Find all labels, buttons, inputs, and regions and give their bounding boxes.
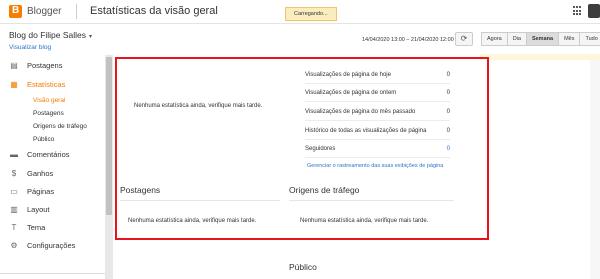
loading-indicator: Carregando... bbox=[285, 7, 337, 21]
sidebar-divider bbox=[0, 273, 105, 274]
avatar[interactable] bbox=[588, 4, 600, 18]
dollar-icon: $ bbox=[11, 168, 17, 178]
sidebar-item-ganhos[interactable]: $ Ganhos bbox=[10, 167, 54, 179]
chevron-down-icon: ▾ bbox=[89, 34, 93, 40]
refresh-button[interactable]: ⟳ bbox=[455, 32, 473, 46]
sidebar-item-label: Ganhos bbox=[27, 168, 54, 178]
comment-icon: ▬ bbox=[10, 149, 18, 159]
range-tab-semana[interactable]: Semana bbox=[525, 32, 560, 46]
sidebar-item-estatisticas[interactable]: ▦ Estatísticas bbox=[10, 78, 65, 90]
postagens-icon: ▤ bbox=[10, 60, 18, 70]
sidebar-item-configuracoes[interactable]: ⚙ Configurações bbox=[10, 239, 75, 251]
range-tabs: Agora Dia Semana Mês Tudo bbox=[481, 32, 600, 46]
pages-icon: ▭ bbox=[10, 186, 18, 196]
apps-grid-icon[interactable] bbox=[573, 6, 583, 16]
range-tab-tudo[interactable]: Tudo bbox=[579, 32, 600, 46]
brand-name[interactable]: Blogger bbox=[27, 6, 61, 17]
sidebar-item-label: Estatísticas bbox=[27, 79, 66, 89]
page-title: Estatísticas da visão geral bbox=[90, 5, 218, 17]
sidebar-item-layout[interactable]: ▥ Layout bbox=[10, 203, 50, 215]
sidebar-item-label: Tema bbox=[27, 222, 46, 232]
sidebar-sub-publico[interactable]: Público bbox=[33, 136, 54, 143]
notice-strip bbox=[480, 54, 600, 60]
range-tab-agora[interactable]: Agora bbox=[481, 32, 508, 46]
sidebar-item-label: Postagens bbox=[27, 60, 63, 70]
gear-icon: ⚙ bbox=[10, 240, 18, 250]
refresh-icon: ⟳ bbox=[460, 34, 468, 43]
highlight-frame bbox=[115, 57, 489, 240]
sidebar-item-label: Comentários bbox=[27, 149, 70, 159]
sidebar-item-comentarios[interactable]: ▬ Comentários bbox=[10, 148, 70, 160]
top-bar: Blogger Estatísticas da visão geral Carr… bbox=[0, 0, 600, 24]
layout-icon: ▥ bbox=[10, 204, 18, 214]
section-title-publico: Público bbox=[289, 262, 317, 272]
view-blog-link[interactable]: Visualizar blog bbox=[9, 44, 51, 51]
blog-selector[interactable]: Blog do Filipe Salles ▾ bbox=[9, 30, 92, 40]
sidebar-sub-visao-geral[interactable]: Visão geral bbox=[33, 97, 65, 104]
range-tab-mes[interactable]: Mês bbox=[558, 32, 581, 46]
sidebar-item-label: Páginas bbox=[27, 186, 55, 196]
right-gutter bbox=[590, 60, 600, 279]
scrollbar-thumb[interactable] bbox=[106, 57, 112, 215]
theme-icon: T bbox=[11, 222, 17, 232]
blogger-logo-icon[interactable] bbox=[9, 5, 22, 18]
sidebar-item-paginas[interactable]: ▭ Páginas bbox=[10, 185, 54, 197]
sidebar-sub-postagens[interactable]: Postagens bbox=[33, 110, 64, 117]
stats-icon: ▦ bbox=[10, 79, 18, 89]
sidebar-item-tema[interactable]: T Tema bbox=[10, 221, 46, 233]
sidebar-item-postagens[interactable]: ▤ Postagens bbox=[10, 59, 62, 71]
date-range: 14/04/2020 13:00 – 21/04/2020 12:00 bbox=[362, 37, 454, 43]
header-divider bbox=[76, 4, 77, 19]
sidebar-item-label: Layout bbox=[27, 204, 50, 214]
range-tab-dia[interactable]: Dia bbox=[506, 32, 527, 46]
blog-name: Blog do Filipe Salles bbox=[9, 30, 87, 40]
sidebar-item-label: Configurações bbox=[27, 240, 76, 250]
sidebar-sub-origens[interactable]: Origens de tráfego bbox=[33, 123, 87, 130]
